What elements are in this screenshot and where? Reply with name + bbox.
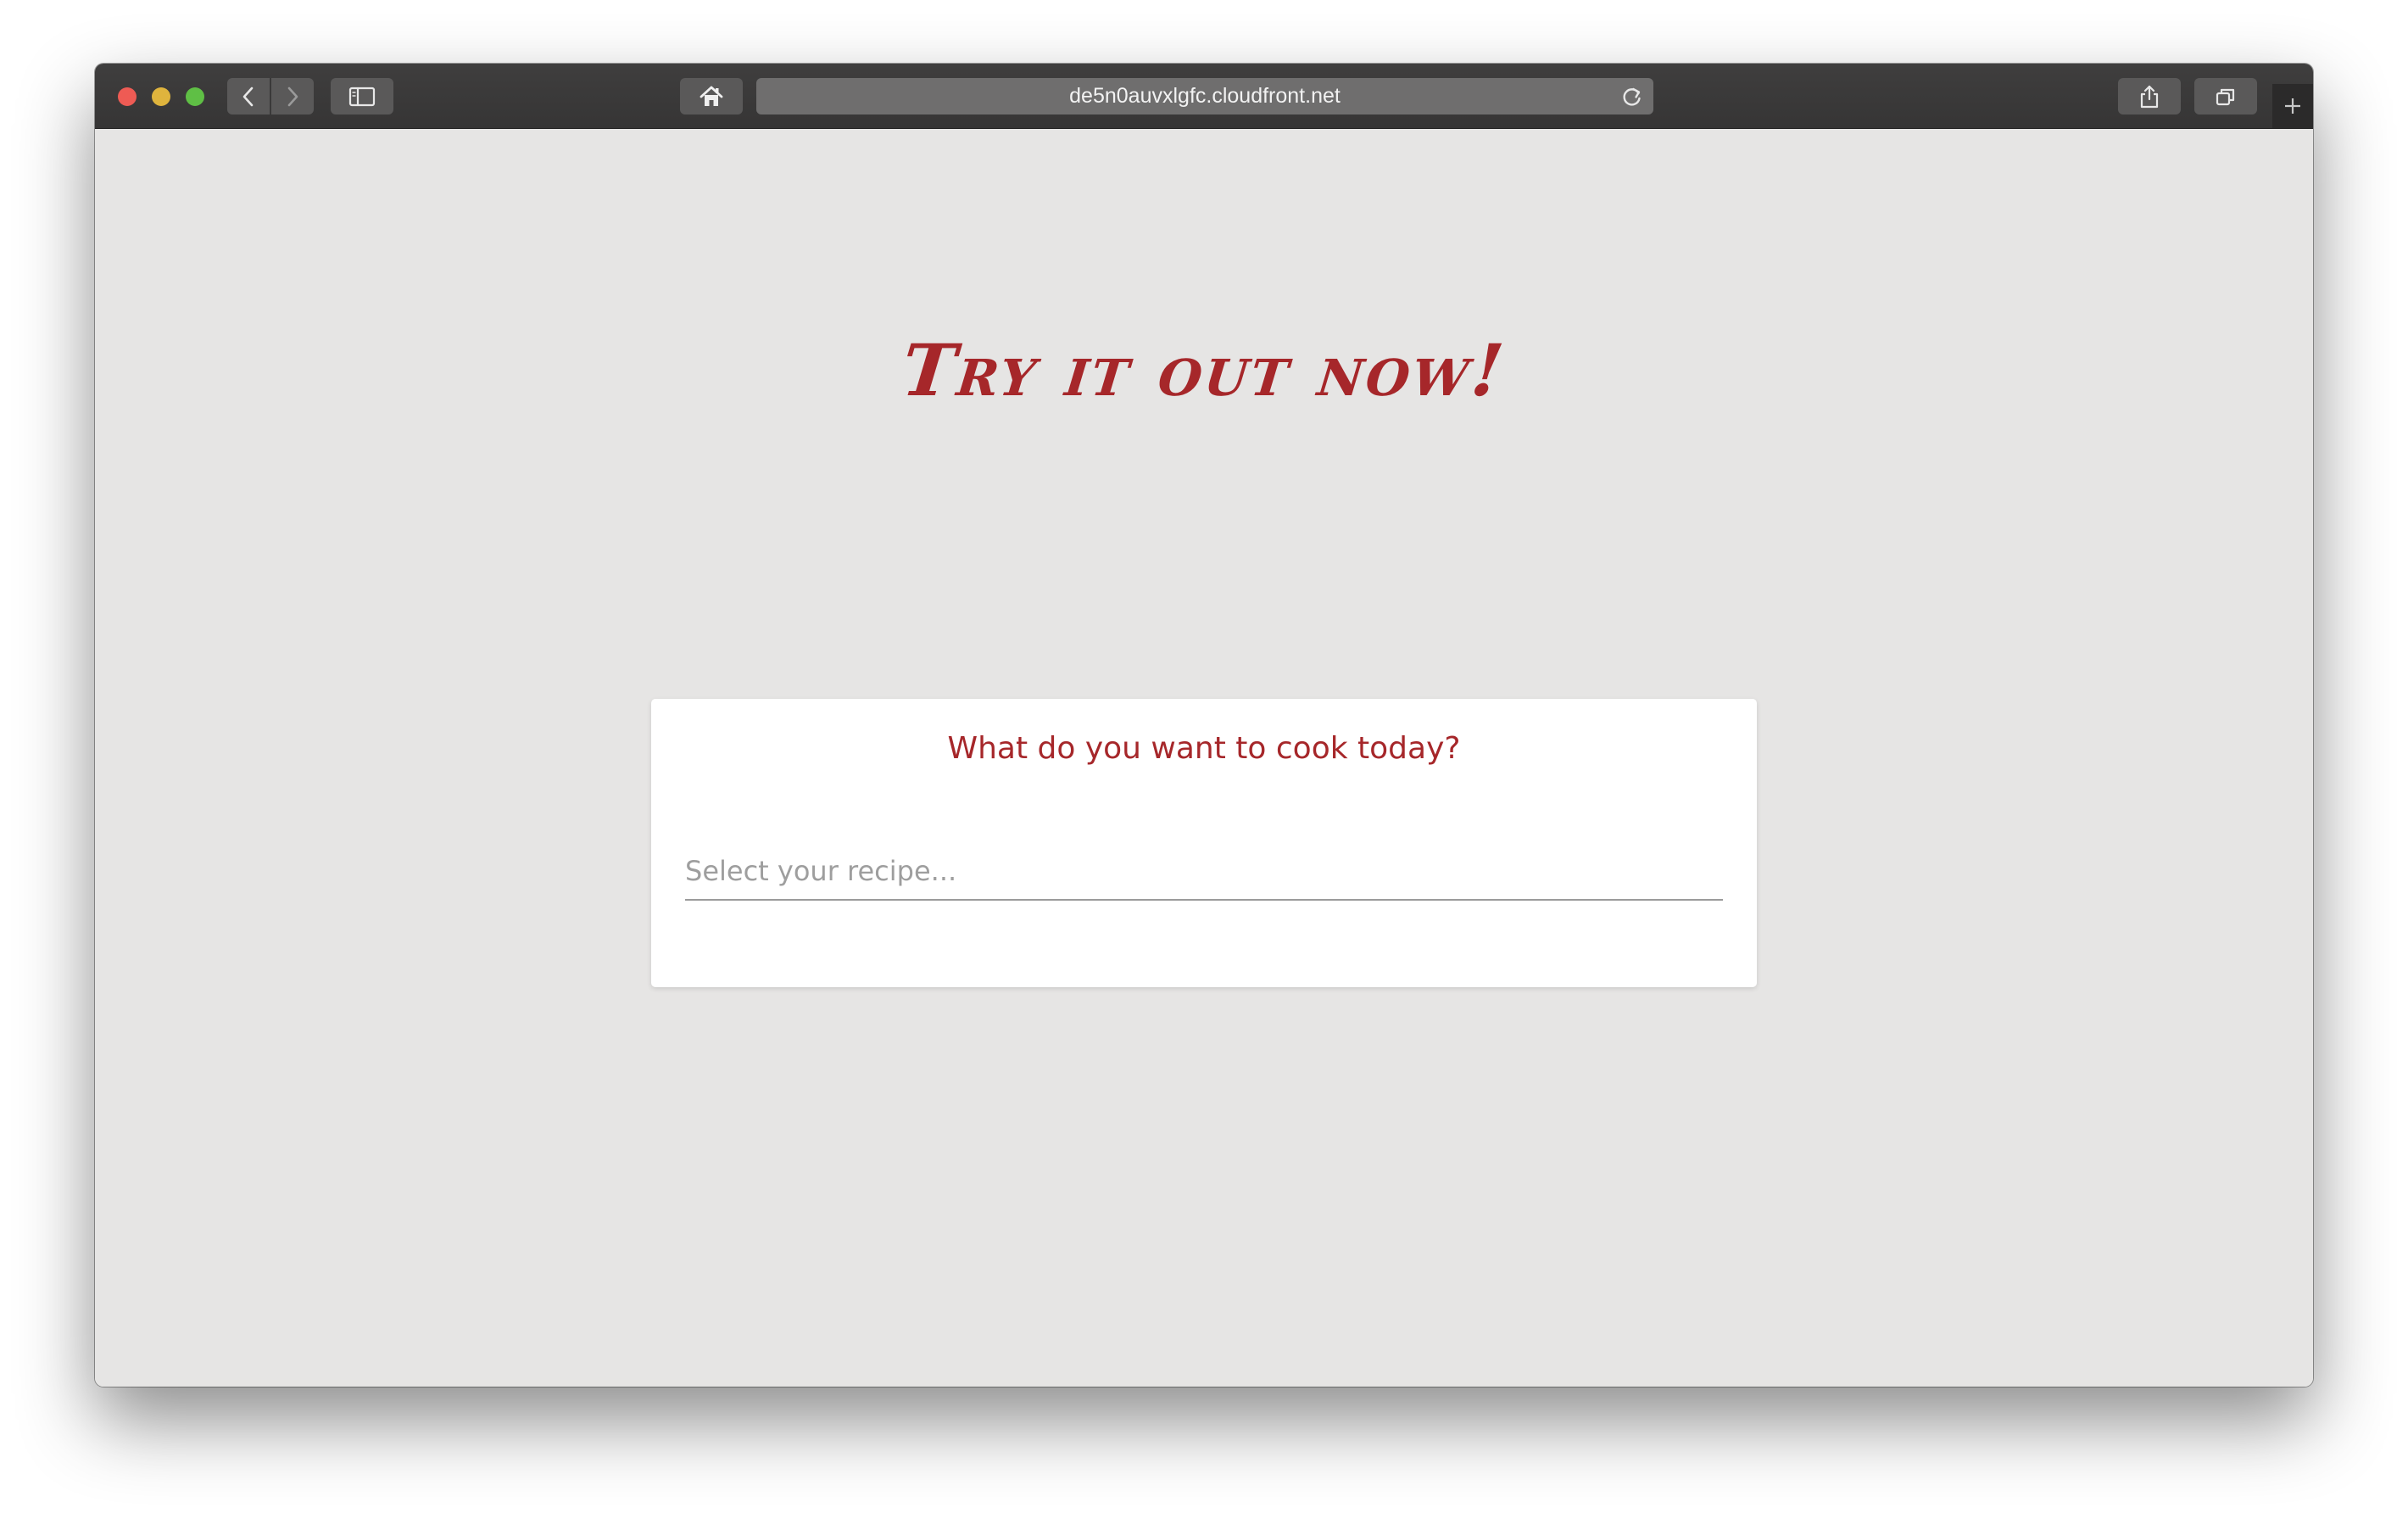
tabs-icon [2216,88,2235,105]
reload-button[interactable] [1621,86,1643,108]
minimize-window-button[interactable] [152,87,170,106]
address-bar[interactable]: de5n0auvxlgfc.cloudfront.net [756,78,1653,114]
card-title: What do you want to cook today? [947,731,1461,766]
plus-icon [2285,98,2300,114]
back-button[interactable] [227,78,270,114]
screen: de5n0auvxlgfc.cloudfront.net Try it out … [0,0,2408,1513]
share-button[interactable] [2118,78,2181,114]
reload-icon [1623,87,1641,106]
recipe-card: What do you want to cook today? [651,699,1757,987]
chevron-left-icon [242,87,254,106]
home-icon [700,86,723,106]
share-icon [2140,85,2159,108]
close-window-button[interactable] [118,87,137,106]
url-text: de5n0auvxlgfc.cloudfront.net [1069,84,1341,108]
browser-window: de5n0auvxlgfc.cloudfront.net Try it out … [95,64,2313,1387]
new-tab-button[interactable] [2272,84,2313,128]
sidebar-button[interactable] [331,78,393,114]
maximize-window-button[interactable] [186,87,204,106]
page-content: Try it out now! What do you want to cook… [95,129,2313,1387]
sidebar-icon [348,87,376,106]
forward-button[interactable] [271,78,314,114]
tabs-overview-button[interactable] [2194,78,2257,114]
recipe-select-input[interactable] [685,843,1723,901]
navigation-buttons [227,78,314,114]
page-heading: Try it out now! [898,328,1510,412]
home-button[interactable] [680,78,743,114]
browser-toolbar: de5n0auvxlgfc.cloudfront.net [95,64,2313,129]
chevron-right-icon [287,87,298,106]
